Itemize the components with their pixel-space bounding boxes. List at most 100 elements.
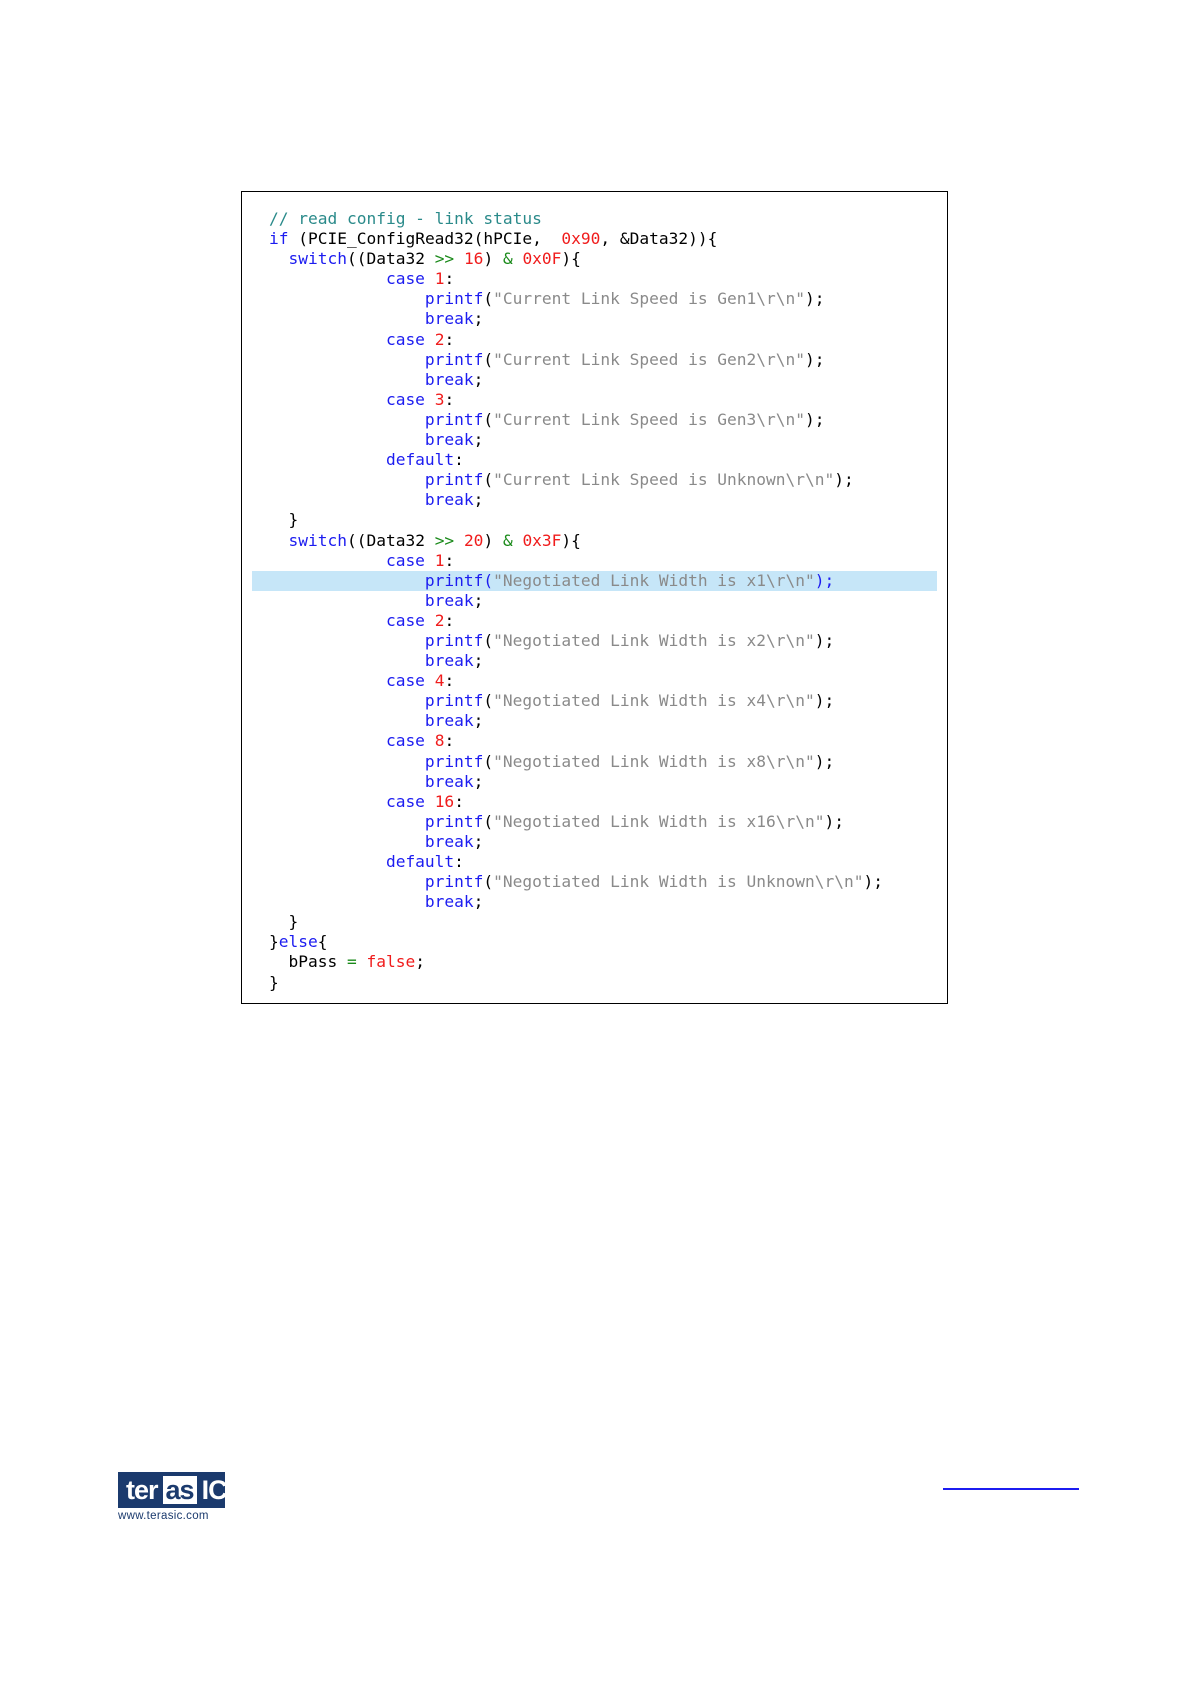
code-token-keyword: switch: [269, 249, 347, 269]
code-token-keyword: printf: [269, 872, 484, 892]
code-token-operator: =: [346, 952, 357, 972]
code-token-keyword: break: [269, 651, 474, 671]
code-line: printf("Negotiated Link Width is x16\r\n…: [242, 812, 947, 832]
code-token-plain: :: [444, 671, 455, 691]
code-line: printf("Negotiated Link Width is x8\r\n"…: [242, 752, 947, 772]
logo-mark: ter as IC: [118, 1472, 228, 1508]
code-token-plain: ;: [415, 952, 425, 972]
code-line: case 3:: [242, 390, 947, 410]
code-token-string: "Current Link Speed is Gen1\r\n": [493, 289, 806, 309]
code-token-plain: :: [444, 731, 455, 751]
code-token-plain: }: [269, 510, 299, 530]
code-token-number: 1: [434, 550, 445, 570]
code-line-text: printf("Negotiated Link Width is x16\r\n…: [242, 812, 844, 831]
code-line: }: [242, 912, 947, 932]
code-line-text: printf("Negotiated Link Width is x2\r\n"…: [242, 631, 834, 650]
code-line: // read config - link status: [242, 209, 947, 229]
code-token-keyword: if: [269, 229, 289, 249]
code-token-plain: (: [483, 811, 494, 831]
code-token-operator: &: [502, 530, 513, 550]
code-token-string: "Current Link Speed is Gen3\r\n": [493, 409, 806, 429]
code-line-text: break;: [242, 711, 484, 730]
code-token-number: 4: [434, 671, 445, 691]
code-token-plain: ): [483, 530, 503, 550]
logo-text-ter: ter: [126, 1474, 159, 1505]
code-line-text: case 2:: [242, 330, 454, 349]
code-token-keyword: case: [269, 389, 425, 409]
code-token-plain: :: [444, 550, 455, 570]
code-token-plain: );: [814, 751, 835, 771]
code-line: case 2:: [242, 611, 947, 631]
code-token-keyword: case: [269, 550, 425, 570]
code-line-text: switch((Data32 >> 16) & 0x0F){: [242, 249, 580, 269]
code-line-text: case 1:: [242, 551, 454, 570]
code-line: case 16:: [242, 792, 947, 812]
code-token-plain: );: [814, 691, 835, 711]
code-line: printf("Negotiated Link Width is Unknown…: [242, 872, 947, 892]
code-line-text: printf("Current Link Speed is Gen1\r\n")…: [242, 289, 825, 308]
code-line: default:: [242, 852, 947, 872]
code-line: bPass = false;: [242, 952, 947, 972]
code-token-number: 16: [434, 791, 455, 811]
code-line: printf("Negotiated Link Width is x4\r\n"…: [242, 691, 947, 711]
code-token-operator: >>: [434, 249, 455, 269]
logo-text-ic: IC: [201, 1474, 228, 1505]
code-token-plain: :: [444, 269, 455, 289]
logo-text-as: as: [165, 1474, 195, 1505]
code-line-text: printf("Current Link Speed is Unknown\r\…: [242, 470, 854, 489]
code-token-string: "Negotiated Link Width is x4\r\n": [493, 691, 815, 711]
code-line-text: case 4:: [242, 671, 454, 690]
code-token-keyword: break: [269, 309, 474, 329]
code-token-plain: , &Data32)){: [600, 229, 718, 249]
code-line-text: break;: [242, 309, 484, 329]
code-token-plain: ;: [473, 651, 484, 671]
code-line: printf("Current Link Speed is Gen1\r\n")…: [242, 289, 947, 309]
code-line: break;: [242, 832, 947, 852]
code-token-plain: ;: [473, 369, 484, 389]
code-token-keyword: default: [269, 450, 455, 470]
code-line-text: printf("Negotiated Link Width is x1\r\n"…: [242, 571, 834, 590]
code-token-number: 0x3F: [522, 530, 562, 550]
code-token-plain: ;: [473, 892, 484, 912]
code-token-keyword: printf: [269, 470, 484, 490]
code-line: case 4:: [242, 671, 947, 691]
code-token-plain: ;: [473, 309, 484, 329]
code-token-plain: :: [444, 610, 455, 630]
code-token-keyword: break: [269, 892, 474, 912]
code-token-plain: ;: [473, 590, 484, 610]
code-line-text: printf("Negotiated Link Width is x4\r\n"…: [242, 691, 834, 710]
code-token-keyword: case: [269, 791, 425, 811]
code-line-text: break;: [242, 892, 484, 912]
code-token-number: 2: [434, 610, 445, 630]
code-line-text: bPass = false;: [242, 952, 425, 972]
code-token-keyword: else: [278, 932, 318, 952]
code-token-plain: :: [454, 791, 464, 811]
code-token-keyword: break: [269, 490, 474, 510]
code-line: break;: [242, 651, 947, 671]
code-token-plain: (: [483, 470, 494, 490]
code-token-number: 0x0F: [522, 249, 562, 269]
code-token-number: 0x90: [561, 229, 601, 249]
code-line-text: break;: [242, 651, 484, 671]
code-token-keyword: case: [269, 329, 425, 349]
code-line: }: [242, 973, 947, 993]
code-token-plain: :: [454, 450, 464, 470]
code-line-text: default:: [242, 450, 464, 469]
footer-link-underline[interactable]: [943, 1488, 1079, 1490]
code-token-plain: (: [483, 872, 494, 892]
terasic-logo: ter as IC www.terasic.com: [118, 1472, 228, 1524]
code-line: case 2:: [242, 330, 947, 350]
code-token-plain: );: [814, 630, 835, 650]
code-line: printf("Current Link Speed is Gen2\r\n")…: [242, 350, 947, 370]
code-line: case 8:: [242, 731, 947, 751]
code-token-keyword: case: [269, 731, 425, 751]
code-line: }else{: [242, 932, 947, 952]
code-line: printf("Current Link Speed is Unknown\r\…: [242, 470, 947, 490]
code-listing-frame: // read config - link status if (PCIE_Con…: [241, 191, 948, 1004]
code-token-plain: );: [805, 349, 825, 369]
